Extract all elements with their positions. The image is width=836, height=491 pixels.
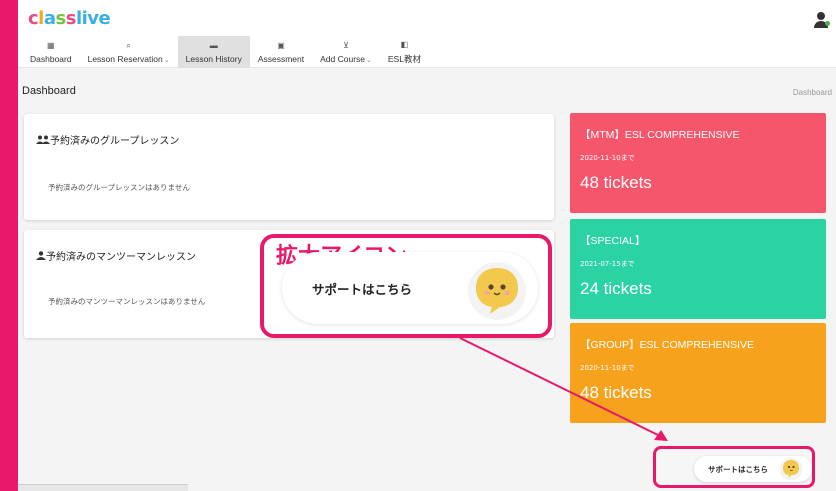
cart-icon: ⊻ — [343, 40, 349, 50]
group-icon — [36, 135, 50, 144]
ticket-count: 48 tickets — [580, 383, 652, 402]
card-title: 予約済みのグループレッスン — [50, 136, 180, 147]
ticket-card-mtm[interactable]: 【MTM】ESL COMPREHENSIVE 2020-11-10まで 48 t… — [570, 113, 826, 213]
ticket-name: 【MTM】ESL COMPREHENSIVE — [580, 129, 740, 141]
nav-lesson-reservation[interactable]: ⌕ Lesson Reservation⌄ — [80, 36, 178, 68]
classlive-logo[interactable]: classlive — [28, 8, 111, 29]
user-icon[interactable] — [814, 12, 830, 28]
support-mascot-icon — [468, 262, 526, 320]
page-title: Dashboard — [22, 85, 76, 97]
ticket-count: 48 tickets — [580, 173, 652, 192]
chevron-down-icon: ⌄ — [366, 56, 372, 64]
nav-label: Dashboard — [30, 53, 72, 64]
ticket-name: 【SPECIAL】 — [580, 235, 646, 247]
ticket-card-group[interactable]: 【GROUP】ESL COMPREHENSIVE 2020-11-10まで 48… — [570, 323, 826, 423]
ticket-card-special[interactable]: 【SPECIAL】 2021-07-15まで 24 tickets — [570, 219, 826, 319]
nav-label: Lesson History — [185, 53, 242, 64]
support-highlight: サポートはこちら — [653, 446, 815, 488]
bottom-bar — [18, 484, 188, 491]
ticket-expiry: 2020-11-10まで — [580, 364, 635, 372]
folder-icon: ▬ — [209, 40, 218, 50]
support-text: サポートはこちら — [708, 465, 768, 474]
group-lesson-card: 予約済みのグループレッスン 予約済みのグループレッスンはありません — [24, 114, 554, 220]
support-button[interactable]: サポートはこちら — [694, 456, 812, 482]
support-mascot-icon — [779, 457, 803, 481]
book-icon: ◧ — [400, 39, 409, 49]
main-nav: ▦ Dashboard ⌕ Lesson Reservation⌄ ▬ Less… — [22, 36, 429, 68]
nav-esl-materials[interactable]: ◧ ESL教材 — [380, 36, 429, 68]
support-text: サポートはこちら — [312, 282, 413, 297]
dashboard-icon: ▦ — [47, 40, 55, 50]
zoom-callout: 拡大アイコン サポートはこちら — [260, 234, 552, 338]
nav-assessment[interactable]: ▣ Assessment — [250, 36, 312, 68]
ticket-expiry: 2020-11-10まで — [580, 154, 635, 162]
breadcrumb[interactable]: Dashboard — [793, 88, 832, 97]
nav-lesson-history[interactable]: ▬ Lesson History — [177, 36, 250, 68]
nav-label: Add Course — [320, 53, 366, 64]
support-pill-zoomed: サポートはこちら — [282, 252, 538, 324]
nav-label: Lesson Reservation — [87, 53, 163, 64]
chart-icon: ▣ — [277, 40, 285, 50]
person-icon — [36, 251, 46, 260]
ticket-name: 【GROUP】ESL COMPREHENSIVE — [580, 339, 755, 351]
ticket-expiry: 2021-07-15まで — [580, 260, 635, 268]
card-title: 予約済みのマンツーマンレッスン — [46, 252, 196, 263]
ticket-count: 24 tickets — [580, 279, 652, 298]
chevron-down-icon: ⌄ — [163, 56, 170, 64]
nav-dashboard[interactable]: ▦ Dashboard — [22, 36, 80, 68]
search-icon: ⌕ — [126, 40, 131, 50]
nav-add-course[interactable]: ⊻ Add Course⌄ — [312, 36, 380, 68]
nav-label: ESL教材 — [387, 53, 421, 64]
empty-message: 予約済みのグループレッスンはありません — [48, 183, 190, 192]
empty-message: 予約済みのマンツーマンレッスンはありません — [48, 297, 206, 306]
header: classlive ▦ Dashboard ⌕ Lesson Reservati… — [18, 0, 836, 68]
nav-label: Assessment — [257, 53, 305, 64]
